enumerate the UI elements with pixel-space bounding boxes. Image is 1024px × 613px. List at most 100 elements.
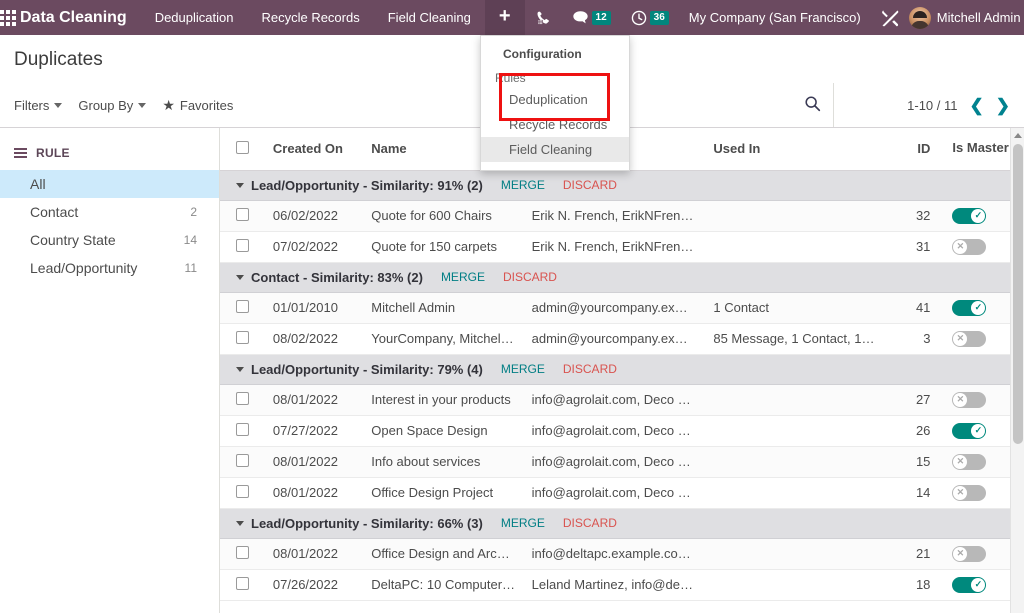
cell-name: Office Design and Archite…: [363, 538, 524, 570]
nav-item-recycle-records[interactable]: Recycle Records: [247, 0, 373, 35]
apps-grid-icon[interactable]: [0, 0, 16, 35]
group-row[interactable]: Lead/Opportunity - Similarity: 66% (3) ME…: [220, 508, 1024, 539]
merge-button[interactable]: MERGE: [501, 516, 545, 530]
cell-email: info@agrolait.com, Deco …: [523, 384, 706, 416]
clock-icon[interactable]: 36: [621, 0, 679, 35]
sidebar-item-contact[interactable]: Contact 2: [0, 198, 219, 226]
cell-email: info@agrolait.com, Deco …: [523, 415, 706, 447]
merge-button[interactable]: MERGE: [501, 362, 545, 376]
scroll-up-arrow-icon[interactable]: [1011, 128, 1024, 142]
company-selector[interactable]: My Company (San Francisco): [679, 10, 871, 25]
dropdown-item-field-cleaning[interactable]: Field Cleaning: [481, 137, 629, 162]
row-checkbox[interactable]: [236, 330, 249, 344]
discard-button[interactable]: DISCARD: [563, 178, 617, 192]
pager-next-button[interactable]: ❯: [996, 97, 1010, 114]
list-view: Created On Name Used In ID Is Master Lea…: [220, 128, 1024, 613]
is-master-toggle[interactable]: ✕: [952, 330, 987, 347]
cell-email: info@deltapc.example.co…: [523, 538, 706, 570]
column-header-used-in[interactable]: Used In: [705, 128, 898, 171]
cell-name: Quote for 150 carpets: [363, 231, 524, 263]
is-master-toggle[interactable]: ✓: [952, 576, 987, 593]
vertical-scrollbar[interactable]: [1010, 128, 1024, 613]
table-row[interactable]: 08/02/2022 YourCompany, Mitchell A… admin@…: [220, 323, 1024, 355]
table-row[interactable]: 08/01/2022 Office Design and Archite… info…: [220, 538, 1024, 570]
row-checkbox[interactable]: [236, 422, 249, 436]
table-row[interactable]: 07/26/2022 DeltaPC: 10 Computer De… Leland…: [220, 569, 1024, 601]
column-header-id[interactable]: ID: [897, 128, 939, 171]
user-menu[interactable]: Mitchell Admin: [937, 10, 1024, 25]
search-view[interactable]: Filters Group By ★ Favorites: [0, 83, 834, 127]
row-checkbox[interactable]: [236, 238, 249, 252]
discard-button[interactable]: DISCARD: [503, 270, 557, 284]
is-master-toggle[interactable]: ✕: [952, 238, 987, 255]
group-title: Contact - Similarity: 83% (2): [251, 269, 423, 285]
toggle-knob: ✕: [953, 546, 968, 561]
merge-button[interactable]: MERGE: [501, 178, 545, 192]
duplicates-table: Created On Name Used In ID Is Master Lea…: [220, 128, 1024, 601]
discard-button[interactable]: DISCARD: [563, 516, 617, 530]
scrollbar-thumb[interactable]: [1013, 144, 1023, 444]
row-checkbox[interactable]: [236, 545, 249, 559]
group-row[interactable]: Lead/Opportunity - Similarity: 91% (2) ME…: [220, 170, 1024, 201]
avatar[interactable]: [908, 6, 931, 29]
sidebar-item-count: 2: [190, 205, 197, 219]
is-master-toggle[interactable]: ✕: [952, 453, 987, 470]
is-master-toggle[interactable]: ✕: [952, 484, 987, 501]
caret-down-icon[interactable]: [236, 520, 244, 526]
search-icon[interactable]: [804, 95, 821, 115]
nav-item-deduplication[interactable]: Deduplication: [141, 0, 248, 35]
table-row[interactable]: 08/01/2022 Office Design Project info@agro…: [220, 477, 1024, 509]
cell-email: Erik N. French, ErikNFren…: [523, 231, 706, 263]
dropdown-item-recycle-records[interactable]: Recycle Records: [481, 112, 629, 137]
nav-item-field-cleaning[interactable]: Field Cleaning: [374, 0, 485, 35]
star-icon: ★: [162, 96, 175, 113]
is-master-toggle[interactable]: ✕: [952, 545, 987, 562]
is-master-toggle[interactable]: ✓: [952, 207, 987, 224]
table-row[interactable]: 08/01/2022 Interest in your products info@…: [220, 384, 1024, 416]
toggle-knob: ✓: [971, 577, 986, 592]
caret-down-icon[interactable]: [236, 274, 244, 280]
sidebar-item-all[interactable]: All: [0, 170, 219, 198]
tools-icon[interactable]: [871, 0, 909, 35]
caret-down-icon[interactable]: [236, 366, 244, 372]
table-row[interactable]: 06/02/2022 Quote for 600 Chairs Erik N. Fr…: [220, 200, 1024, 232]
group-by-button[interactable]: Group By: [78, 98, 147, 113]
messages-icon[interactable]: 12: [562, 0, 621, 35]
sidebar-item-lead-opportunity[interactable]: Lead/Opportunity 11: [0, 254, 219, 282]
is-master-toggle[interactable]: ✕: [952, 391, 987, 408]
content-area: RULE All Contact 2 Country State 14 Lead…: [0, 128, 1024, 613]
is-master-toggle[interactable]: ✓: [952, 299, 987, 316]
nav-item-configuration-plus[interactable]: +: [484, 0, 525, 35]
row-checkbox[interactable]: [236, 207, 249, 221]
cell-used-in: [705, 477, 898, 509]
table-row[interactable]: 07/27/2022 Open Space Design info@agrolait…: [220, 415, 1024, 447]
app-brand[interactable]: Data Cleaning: [16, 9, 141, 27]
pager-previous-button[interactable]: ❮: [970, 97, 984, 114]
column-header-created-on[interactable]: Created On: [264, 128, 364, 171]
row-checkbox[interactable]: [236, 576, 249, 590]
merge-button[interactable]: MERGE: [441, 270, 485, 284]
table-row[interactable]: 07/02/2022 Quote for 150 carpets Erik N. F…: [220, 231, 1024, 263]
messages-count-badge: 12: [591, 10, 611, 25]
filters-button[interactable]: Filters: [14, 98, 63, 113]
configuration-dropdown-menu: Configuration Rules Deduplication Recycl…: [480, 35, 630, 171]
group-row[interactable]: Contact - Similarity: 83% (2) MERGE DISCAR…: [220, 262, 1024, 293]
dropdown-item-deduplication[interactable]: Deduplication: [481, 87, 629, 112]
table-row[interactable]: 01/01/2010 Mitchell Admin admin@yourcompan…: [220, 292, 1024, 324]
sidebar-item-count: 11: [184, 261, 197, 275]
group-row[interactable]: Lead/Opportunity - Similarity: 79% (4) ME…: [220, 354, 1024, 385]
row-checkbox-cell: [220, 415, 265, 447]
caret-down-icon[interactable]: [236, 182, 244, 188]
row-checkbox[interactable]: [236, 453, 249, 467]
row-checkbox[interactable]: [236, 391, 249, 405]
row-checkbox[interactable]: [236, 299, 249, 313]
row-checkbox[interactable]: [236, 484, 249, 498]
sidebar-item-country-state[interactable]: Country State 14: [0, 226, 219, 254]
favorites-button[interactable]: ★ Favorites: [162, 97, 233, 114]
phone-icon[interactable]: [525, 0, 562, 35]
select-all-checkbox[interactable]: [236, 140, 249, 154]
chevron-down-icon: [54, 102, 63, 108]
discard-button[interactable]: DISCARD: [563, 362, 617, 376]
table-row[interactable]: 08/01/2022 Info about services info@agrola…: [220, 446, 1024, 478]
is-master-toggle[interactable]: ✓: [952, 422, 987, 439]
